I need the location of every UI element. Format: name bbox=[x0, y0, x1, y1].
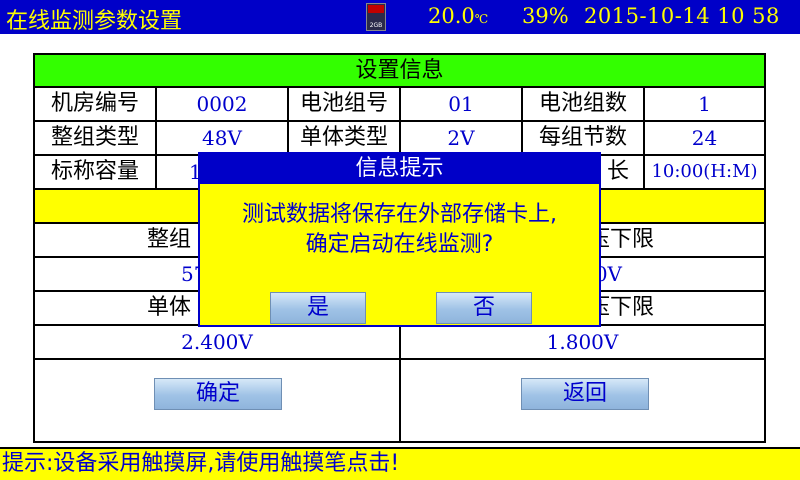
duration-value[interactable]: 10:00(H:M) bbox=[645, 156, 764, 190]
confirm-button[interactable]: 确定 bbox=[154, 378, 282, 410]
top-status-bar: 在线监测参数设置 2GB 20.0℃ 39% 2015-10-14 10 58 bbox=[0, 0, 800, 34]
hint-bar: 提示:设备采用触摸屏,请使用触摸笔点击! bbox=[0, 447, 800, 480]
temperature-value: 20.0 bbox=[428, 4, 475, 28]
datetime-readout: 2015-10-14 10 58 bbox=[584, 4, 780, 28]
dialog-no-button[interactable]: 否 bbox=[436, 292, 532, 324]
cell-lower-limit-value[interactable]: 1.800V bbox=[401, 326, 764, 358]
dialog-title: 信息提示 bbox=[200, 154, 599, 184]
battery-group-count-value[interactable]: 1 bbox=[645, 88, 764, 122]
dialog-message: 测试数据将保存在外部存储卡上, 确定启动在线监测? bbox=[200, 200, 599, 260]
sd-card-icon: 2GB bbox=[366, 3, 386, 31]
dialog-yes-button[interactable]: 是 bbox=[270, 292, 366, 324]
info-dialog: 信息提示 测试数据将保存在外部存储卡上, 确定启动在线监测? 是 否 bbox=[198, 152, 601, 327]
cell-type-label: 单体类型 bbox=[289, 122, 401, 156]
cell-type-value[interactable]: 2V bbox=[401, 122, 523, 156]
temperature-readout: 20.0℃ bbox=[428, 4, 488, 28]
sd-card-capacity: 2GB bbox=[369, 22, 383, 29]
group-type-value[interactable]: 48V bbox=[157, 122, 289, 156]
cells-per-group-label: 每组节数 bbox=[523, 122, 645, 156]
room-number-value[interactable]: 0002 bbox=[157, 88, 289, 122]
room-number-label: 机房编号 bbox=[35, 88, 157, 122]
battery-group-number-value[interactable]: 01 bbox=[401, 88, 523, 122]
back-button[interactable]: 返回 bbox=[521, 378, 649, 410]
battery-group-count-label: 电池组数 bbox=[523, 88, 645, 122]
cell-upper-limit-value[interactable]: 2.400V bbox=[35, 326, 401, 358]
cells-per-group-value[interactable]: 24 bbox=[645, 122, 764, 156]
page-title: 在线监测参数设置 bbox=[6, 9, 183, 34]
cell-limit-value-row: 2.400V 1.800V bbox=[35, 326, 764, 360]
dialog-message-line-1: 测试数据将保存在外部存储卡上, bbox=[242, 202, 557, 227]
dialog-message-line-2: 确定启动在线监测? bbox=[305, 232, 494, 257]
nominal-capacity-label: 标称容量 bbox=[35, 156, 157, 190]
settings-header: 设置信息 bbox=[35, 55, 764, 88]
action-button-row bbox=[35, 360, 764, 441]
battery-group-number-label: 电池组号 bbox=[289, 88, 401, 122]
group-type-label: 整组类型 bbox=[35, 122, 157, 156]
humidity-readout: 39% bbox=[522, 4, 569, 28]
temperature-unit: ℃ bbox=[474, 12, 489, 26]
